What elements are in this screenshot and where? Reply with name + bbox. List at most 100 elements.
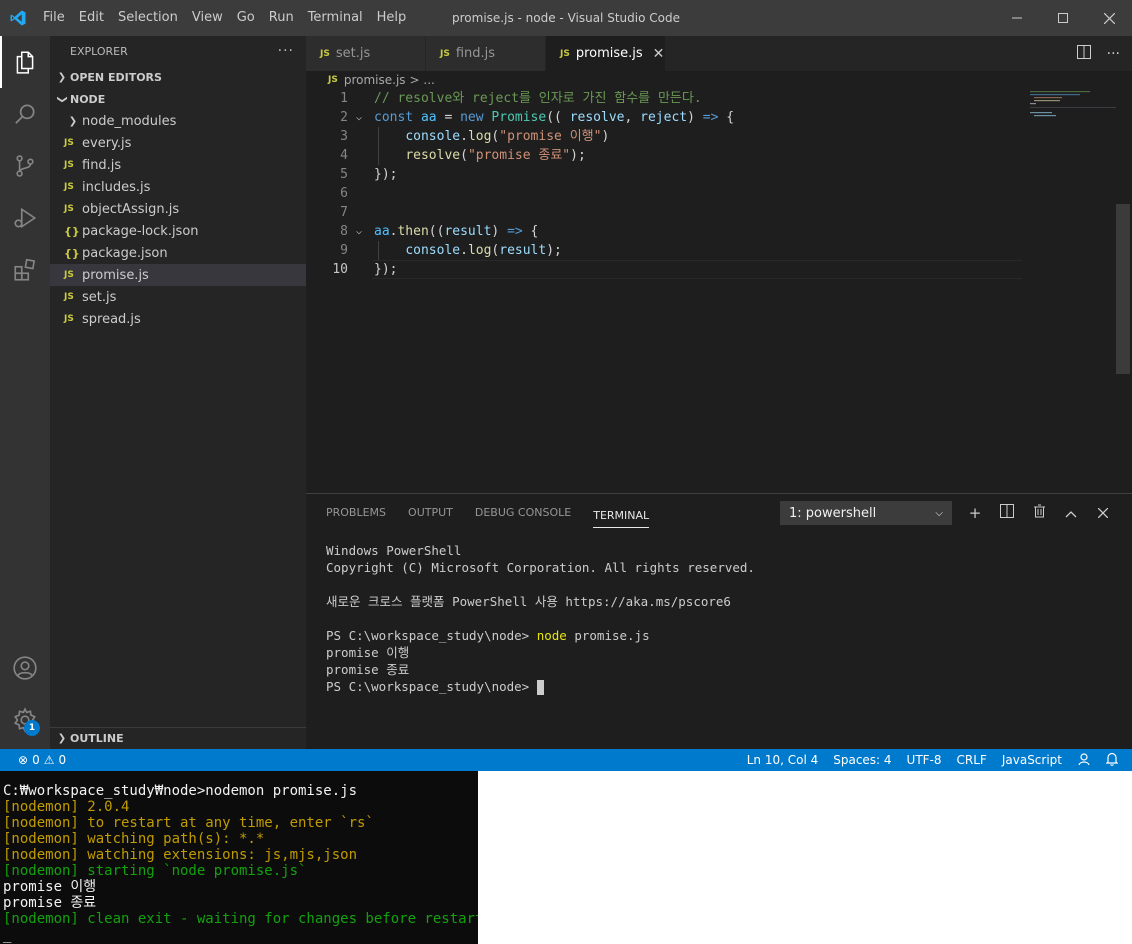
scroll-thumb[interactable] [1116, 204, 1130, 374]
js-file-icon: JS [328, 75, 338, 85]
tree-item-label: includes.js [82, 179, 151, 195]
chevron-right-icon: ❯ [68, 115, 78, 127]
tree-item[interactable]: JS objectAssign.js [50, 198, 306, 220]
fold-chevron-icon[interactable]: ⌵ [356, 222, 370, 241]
code-token: { [718, 110, 735, 125]
split-editor-icon[interactable] [1076, 44, 1091, 63]
breadcrumb-file[interactable]: promise.js [344, 73, 406, 87]
menu-file[interactable]: File [36, 0, 72, 36]
cmd-line: C:₩workspace_study₩node>nodemon promise.… [3, 783, 358, 799]
accounts-icon[interactable] [0, 642, 50, 694]
menu-terminal[interactable]: Terminal [301, 0, 370, 36]
new-terminal-plus-icon[interactable]: + [966, 504, 984, 522]
settings-gear-icon[interactable]: 1 [0, 694, 50, 746]
code-line: 7 [306, 203, 1116, 222]
panel-tab-output[interactable]: OUTPUT [408, 494, 453, 532]
close-window-button[interactable] [1086, 0, 1132, 36]
breadcrumb-rest[interactable]: > ... [410, 73, 435, 87]
tab-promise-js[interactable]: JS promise.js ✕ [546, 36, 666, 71]
close-tab-icon[interactable]: ✕ [653, 46, 665, 62]
tree-item[interactable]: JS set.js [50, 286, 306, 308]
minimize-button[interactable] [994, 0, 1040, 36]
tab-find-js[interactable]: JS find.js [426, 36, 546, 71]
code-token: , [624, 110, 641, 125]
cmd-line: promise 이행 [3, 879, 97, 895]
panel-tab-problems[interactable]: PROBLEMS [326, 494, 386, 532]
code-token: console [405, 243, 461, 258]
menu-go[interactable]: Go [230, 0, 262, 36]
tree-item[interactable]: {} package-lock.json [50, 220, 306, 242]
terminal-cursor [536, 680, 544, 695]
error-count: 0 [32, 753, 40, 767]
problems-status[interactable]: ⊗ 0 ⚠ 0 [0, 753, 66, 767]
json-file-icon: {} [64, 246, 80, 260]
code-text: aa.then((result) => { [374, 222, 538, 241]
source-control-icon[interactable] [0, 140, 50, 192]
tree-item[interactable]: ❯ node_modules [50, 110, 306, 132]
feedback-icon[interactable] [1077, 752, 1091, 769]
tree-item[interactable]: JS includes.js [50, 176, 306, 198]
indentation[interactable]: Spaces: 4 [833, 753, 891, 767]
language-mode[interactable]: JavaScript [1002, 753, 1062, 767]
close-panel-icon[interactable] [1094, 504, 1112, 522]
cmd-line: [nodemon] starting `node promise.js` [3, 863, 307, 879]
open-editors-section[interactable]: ❯ OPEN EDITORS [50, 66, 306, 88]
end-of-line[interactable]: CRLF [957, 753, 987, 767]
status-right: Ln 10, Col 4 Spaces: 4 UTF-8 CRLF JavaSc… [747, 749, 1119, 771]
terminal-selector[interactable]: 1: powershell ⌵ [780, 501, 952, 525]
fold-chevron-icon[interactable]: ⌵ [356, 108, 370, 127]
editor-scrollbar[interactable] [1116, 89, 1130, 489]
encoding[interactable]: UTF-8 [907, 753, 942, 767]
outline-section[interactable]: ❯ OUTLINE [50, 727, 306, 749]
code-token: Promise [491, 110, 547, 125]
extensions-icon[interactable] [0, 244, 50, 296]
js-file-icon: JS [560, 48, 570, 59]
maximize-button[interactable] [1040, 0, 1086, 36]
tab-list: JS set.js JS find.js JS promise.js ✕ [306, 36, 666, 71]
cursor-position[interactable]: Ln 10, Col 4 [747, 753, 819, 767]
node-folder-section[interactable]: ❯ NODE [50, 88, 306, 110]
terminal-line: PS C:\workspace_study\node> node promise… [326, 627, 755, 644]
tree-item[interactable]: JS find.js [50, 154, 306, 176]
search-icon[interactable] [0, 88, 50, 140]
minimap[interactable] [1030, 89, 1116, 489]
error-icon: ⊗ [18, 753, 29, 767]
code-editor[interactable]: 1// resolve와 reject를 인자로 가진 함수를 만든다. 2 ⌵ co… [306, 89, 1116, 489]
notifications-bell-icon[interactable] [1105, 752, 1119, 769]
tree-item[interactable]: JS promise.js [50, 264, 306, 286]
maximize-panel-chevron-up-icon[interactable] [1062, 504, 1080, 522]
panel-tab-terminal[interactable]: TERMINAL [593, 498, 650, 528]
line-number: 5 [340, 167, 348, 182]
terminal-line: PS C:\workspace_study\node> [326, 678, 755, 695]
menu-run[interactable]: Run [262, 0, 301, 36]
menu-help[interactable]: Help [370, 0, 414, 36]
explorer-more-actions-icon[interactable]: ··· [278, 43, 294, 59]
warning-count: 0 [58, 753, 67, 767]
menu-view[interactable]: View [185, 0, 230, 36]
editor-actions: ··· [1076, 36, 1120, 71]
code-token: log [467, 243, 492, 258]
code-token: aa [374, 224, 390, 239]
code-line: 3 console.log("promise 이행") [306, 127, 1116, 146]
js-file-icon: JS [64, 204, 74, 214]
vscode-window: File Edit Selection View Go Run Terminal Help p… [0, 0, 1132, 771]
tree-item[interactable]: {} package.json [50, 242, 306, 264]
more-actions-icon[interactable]: ··· [1107, 46, 1120, 62]
terminal-text: 새로운 크로스 플랫폼 PowerShell 사용 https://aka.ms… [326, 594, 731, 609]
terminal-output[interactable]: Windows PowerShell Copyright (C) Microsof… [326, 542, 755, 695]
menu-selection[interactable]: Selection [111, 0, 185, 36]
terminal-command-args: promise.js [566, 628, 650, 643]
kill-terminal-trash-icon[interactable] [1030, 504, 1048, 522]
panel-tab-debug-console[interactable]: DEBUG CONSOLE [475, 494, 571, 532]
tab-set-js[interactable]: JS set.js [306, 36, 426, 71]
menu-edit[interactable]: Edit [72, 0, 111, 36]
cmd-console[interactable]: C:₩workspace_study₩node>nodemon promise.… [0, 771, 478, 944]
split-terminal-icon[interactable] [998, 504, 1016, 522]
tree-item[interactable]: JS spread.js [50, 308, 306, 330]
tree-item[interactable]: JS every.js [50, 132, 306, 154]
run-debug-icon[interactable] [0, 192, 50, 244]
tree-item-label: set.js [82, 289, 117, 305]
explorer-icon[interactable] [0, 36, 50, 88]
tree-item-label: package.json [82, 245, 168, 261]
